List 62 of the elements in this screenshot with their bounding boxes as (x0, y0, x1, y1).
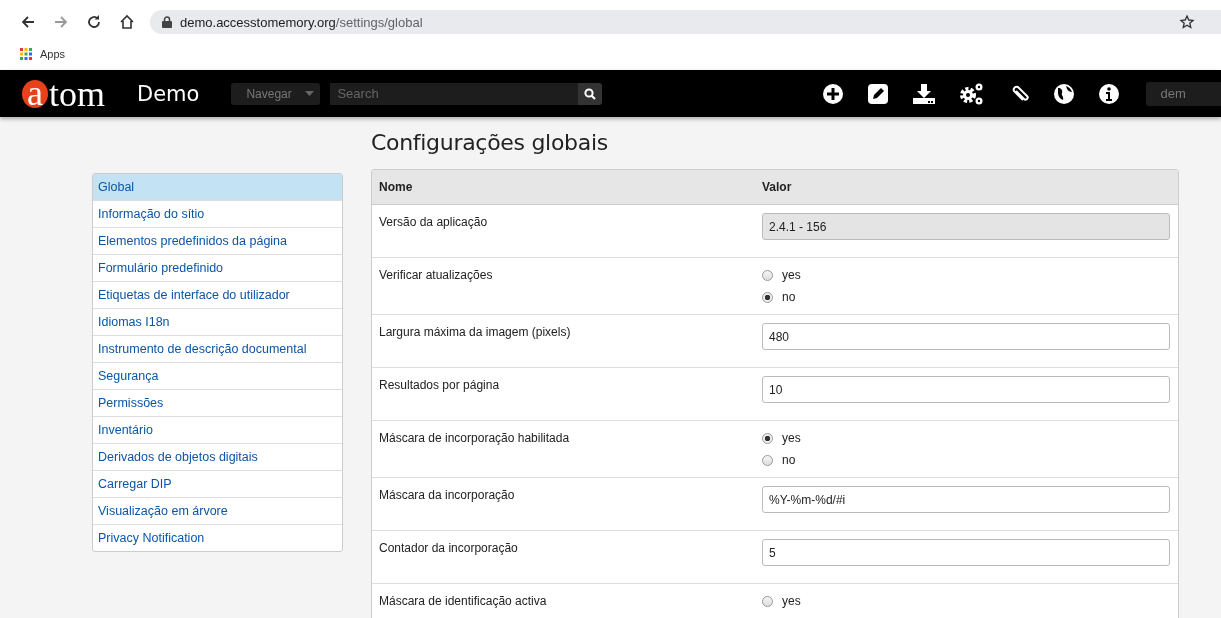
search-icon (584, 87, 597, 100)
search-field[interactable]: Search (330, 82, 579, 105)
radio-button[interactable] (762, 595, 773, 607)
menu-item[interactable]: Instrumento de descrição documental (93, 335, 342, 362)
menu-item[interactable]: Etiquetas de interface do utilizador (93, 281, 342, 308)
readonly-field: 2.4.1 - 156 (762, 213, 1170, 240)
lock-icon (162, 16, 172, 28)
radio-button[interactable] (762, 454, 773, 466)
back-icon[interactable] (20, 14, 36, 30)
radio-label: yes (782, 594, 801, 608)
reload-icon[interactable] (86, 14, 102, 30)
site-name[interactable]: Demo (137, 81, 200, 106)
setting-label: Máscara de identificação activa (379, 594, 547, 608)
info-icon[interactable] (1098, 82, 1121, 105)
radio-label: yes (782, 268, 801, 282)
menu-item[interactable]: Derivados de objetos digitais (93, 443, 342, 470)
menu-item[interactable]: Idiomas I18n (93, 308, 342, 335)
menu-item[interactable]: Permissões (93, 389, 342, 416)
apps-grid-icon (20, 48, 32, 60)
setting-label: Máscara da incorporação (379, 488, 515, 502)
globe-icon[interactable] (1053, 82, 1076, 105)
setting-label: Contador da incorporação (379, 541, 518, 555)
radio-button[interactable] (762, 269, 773, 281)
menu-item[interactable]: Formulário predefinido (93, 254, 342, 281)
setting-label: Largura máxima da imagem (pixels) (379, 325, 571, 339)
input-field[interactable]: 10 (762, 376, 1170, 403)
download-icon[interactable] (912, 82, 937, 105)
site-logo[interactable]: a tom (22, 75, 105, 112)
setting-label: Resultados por página (379, 378, 500, 392)
input-field[interactable]: 480 (762, 323, 1170, 350)
radio-button[interactable] (762, 432, 773, 444)
input-field[interactable]: 5 (762, 539, 1170, 566)
bookmark-item[interactable]: Apps (20, 48, 66, 60)
forward-icon[interactable] (53, 14, 69, 30)
browse-menu[interactable]: Navegar (231, 82, 321, 105)
menu-item[interactable]: Visualização em árvore (93, 497, 342, 524)
star-icon[interactable] (1179, 14, 1195, 30)
menu-item[interactable]: Inventário (93, 416, 342, 443)
setting-label: Máscara de incorporação habilitada (379, 431, 570, 445)
radio-label: yes (782, 431, 801, 445)
column-header: Nome (378, 180, 414, 194)
input-field[interactable]: %Y-%m-%d/#i (762, 486, 1170, 513)
menu-item[interactable]: Global (93, 174, 342, 200)
address-bar[interactable]: demo.accesstomemory.org/settings/global (150, 10, 1221, 34)
search-button[interactable] (578, 82, 603, 105)
radio-label: no (782, 290, 796, 304)
menu-item[interactable]: Segurança (93, 362, 342, 389)
menu-item[interactable]: Elementos predefinidos da página (93, 227, 342, 254)
home-icon[interactable] (119, 14, 135, 30)
add-icon[interactable] (822, 82, 845, 105)
setting-label: Versão da aplicação (379, 215, 488, 229)
pencil-icon[interactable] (867, 82, 890, 105)
radio-button[interactable] (762, 291, 773, 303)
caret-icon (305, 91, 315, 96)
menu-item[interactable]: Privacy Notification (93, 524, 342, 551)
setting-label: Verificar atualizações (379, 268, 493, 282)
page-title: Configurações globais (371, 130, 609, 155)
column-header: Valor (761, 180, 793, 194)
menu-item[interactable]: Carregar DIP (93, 470, 342, 497)
menu-item[interactable]: Informação do sítio (93, 200, 342, 227)
radio-label: no (782, 453, 796, 467)
user-menu[interactable]: dem (1146, 81, 1221, 106)
